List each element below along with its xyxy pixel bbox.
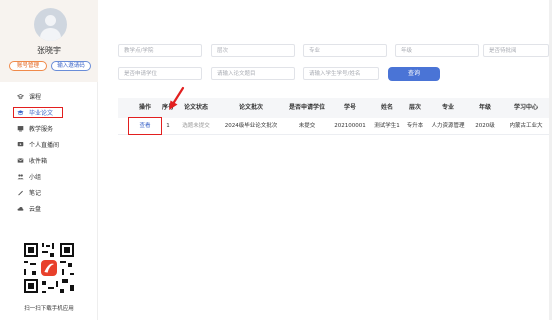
header-batch: 论文批次 <box>238 104 263 111</box>
header-major: 专业 <box>441 104 454 111</box>
cell-index: 1 <box>166 123 170 129</box>
cell-degree: 未提交 <box>298 123 316 129</box>
annotation-highlight-thesis <box>13 107 63 118</box>
cloud-icon <box>17 206 24 211</box>
inbox-icon <box>17 157 24 163</box>
sidebar-item-label: 收件箱 <box>29 157 48 165</box>
sidebar-item-inbox[interactable]: 收件箱 <box>0 152 98 168</box>
header-action: 操作 <box>138 104 151 111</box>
sidebar-item-label: 云盘 <box>29 205 42 213</box>
account-manage-button[interactable]: 账号管理 <box>9 61 47 71</box>
degree-apply-select[interactable] <box>118 67 202 80</box>
note-icon <box>18 190 23 195</box>
sidebar-item-course[interactable]: 课程 <box>0 88 98 104</box>
sidebar-item-notes[interactable]: 笔记 <box>0 184 98 200</box>
avatar-body <box>40 28 61 41</box>
annotation-highlight-view <box>128 117 162 135</box>
header-level: 层次 <box>408 104 421 111</box>
course-icon <box>17 93 24 99</box>
sidebar-item-teaching[interactable]: 教学服务 <box>0 120 98 136</box>
sidebar-item-label: 课程 <box>29 93 42 101</box>
sidebar-item-live-room[interactable]: 个人直播间 <box>0 136 98 152</box>
pending-review-select[interactable] <box>483 44 549 57</box>
table-row: 查看 1 选题未提交 2024级毕业论文批次 未提交 202100001 测试学… <box>118 118 552 135</box>
teaching-icon <box>17 125 24 131</box>
level-select[interactable] <box>211 44 295 57</box>
avatar-head <box>45 15 56 26</box>
sidebar-item-label: 教学服务 <box>29 125 54 133</box>
campus-select[interactable] <box>118 44 202 57</box>
cell-name: 测试学生1 <box>374 123 400 129</box>
cell-student-id: 202100001 <box>334 123 366 129</box>
avatar[interactable] <box>34 8 67 41</box>
header-center: 学习中心 <box>513 104 538 111</box>
thesis-title-input[interactable] <box>211 67 295 80</box>
sidebar: 张晓宇 账号管理 输入邀请码 课程 毕业论文 教学服务 个人直播间 收件箱 小组 <box>0 0 98 320</box>
student-search-input[interactable] <box>303 67 379 80</box>
cell-status: 选题未提交 <box>182 123 210 129</box>
qr-code-image <box>22 241 76 295</box>
cell-batch: 2024级毕业论文批次 <box>224 123 278 129</box>
major-select[interactable] <box>303 44 387 57</box>
header-degree: 是否申请学位 <box>288 104 325 111</box>
cell-center: 内蒙古工业大 <box>509 123 543 129</box>
sidebar-item-label: 个人直播间 <box>29 141 60 149</box>
cell-grade: 2020级 <box>475 123 495 129</box>
header-name: 姓名 <box>380 104 393 111</box>
header-grade: 年级 <box>478 104 491 111</box>
qr-caption: 扫一扫下载手机应用 <box>24 306 74 312</box>
sidebar-item-label: 小组 <box>29 173 42 181</box>
search-button[interactable]: 查询 <box>388 67 440 81</box>
live-room-icon <box>17 141 24 146</box>
cell-level: 专升本 <box>406 123 424 129</box>
cell-major: 人力资源管理 <box>431 123 465 129</box>
annotation-arrow-icon <box>169 86 185 110</box>
sidebar-item-label: 笔记 <box>29 189 42 197</box>
sidebar-item-cloud[interactable]: 云盘 <box>0 200 98 216</box>
grade-select[interactable] <box>395 44 479 57</box>
group-icon <box>17 173 24 179</box>
header-student-id: 学号 <box>343 104 356 111</box>
sidebar-item-group[interactable]: 小组 <box>0 168 98 184</box>
invite-code-button[interactable]: 输入邀请码 <box>51 61 91 71</box>
user-name: 张晓宇 <box>37 46 61 55</box>
